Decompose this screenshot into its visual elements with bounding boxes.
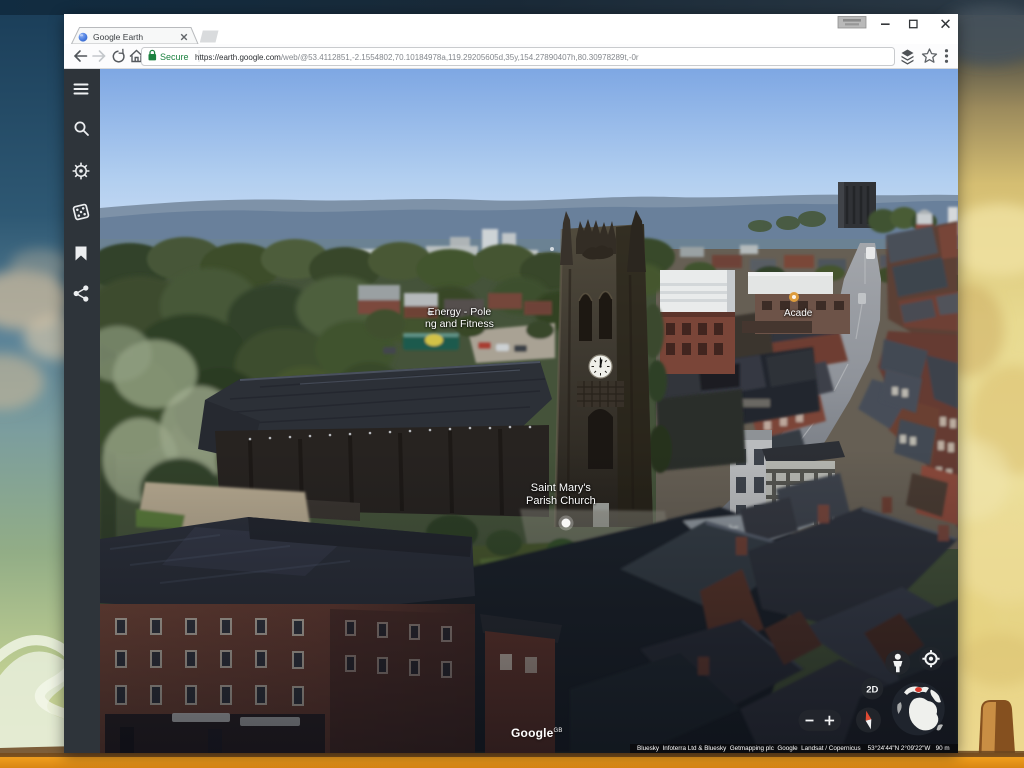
svg-text:2D: 2D xyxy=(866,685,878,696)
svg-text:https://earth.google.com/web/@: https://earth.google.com/web/@53.4112851… xyxy=(195,53,639,62)
svg-text:Secure: Secure xyxy=(160,52,189,62)
svg-text:Google Earth: Google Earth xyxy=(93,32,143,42)
